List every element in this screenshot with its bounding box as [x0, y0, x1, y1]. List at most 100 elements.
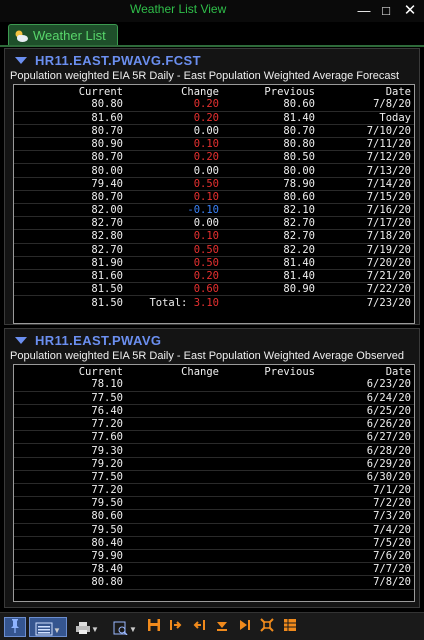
table-row[interactable]: 81.50 0.60 80.90 7/22/20 — [14, 282, 414, 297]
save-icon[interactable] — [145, 617, 163, 637]
skip-end-icon[interactable] — [236, 617, 254, 637]
current-cell: 78.10 — [14, 378, 126, 392]
table-row[interactable]: 82.70 0.50 82.20 7/19/20 — [14, 243, 414, 257]
date-cell: 7/4/20 — [318, 523, 414, 537]
table-row[interactable]: 78.10 6/23/20 — [14, 378, 414, 392]
column-header-previous[interactable]: Previous — [222, 85, 318, 98]
change-cell: 0.20 — [126, 269, 222, 284]
previous-cell — [222, 523, 318, 537]
table-row[interactable]: 77.20 7/1/20 — [14, 483, 414, 498]
table-row[interactable]: 79.20 6/29/20 — [14, 457, 414, 471]
download-icon[interactable] — [213, 617, 231, 637]
table-row[interactable]: 82.00 -0.10 82.10 7/16/20 — [14, 203, 414, 218]
previous-cell — [222, 378, 318, 392]
table-row[interactable]: 81.60 0.20 81.40 Today — [14, 111, 414, 125]
date-cell: 7/6/20 — [318, 549, 414, 564]
table-header-row: Current Change Previous Date — [14, 365, 414, 378]
current-cell: 80.70 — [14, 190, 126, 205]
table-row[interactable]: 80.70 0.20 80.50 7/12/20 — [14, 150, 414, 165]
current-cell: 81.50 — [91, 296, 123, 309]
table-row[interactable]: 81.50 Total: 3.10 7/23/20 — [14, 295, 414, 309]
table-row[interactable]: 79.30 6/28/20 — [14, 443, 414, 458]
previous-cell: 80.80 — [222, 137, 318, 152]
previous-cell: 80.90 — [222, 282, 318, 297]
table-row[interactable]: 80.60 7/3/20 — [14, 509, 414, 524]
table-row[interactable]: 81.90 0.50 81.40 7/20/20 — [14, 256, 414, 270]
table-row[interactable]: 80.70 0.00 80.70 7/10/20 — [14, 124, 414, 139]
table-row[interactable]: 77.20 6/26/20 — [14, 417, 414, 432]
date-cell: 7/14/20 — [318, 177, 414, 191]
previous-cell: 80.60 — [222, 190, 318, 205]
change-cell: -0.10 — [126, 203, 222, 218]
column-header-previous[interactable]: Previous — [222, 365, 318, 378]
table-row[interactable]: 77.60 6/27/20 — [14, 430, 414, 445]
column-header-change[interactable]: Change — [126, 365, 222, 378]
previous-cell: 82.20 — [222, 243, 318, 257]
table-row[interactable]: 77.50 6/24/20 — [14, 391, 414, 405]
sheet-icon[interactable] — [281, 617, 299, 637]
previous-cell — [222, 404, 318, 419]
observed-table: Current Change Previous Date 78.10 6/23/2… — [13, 364, 415, 602]
tab-label: Weather List — [33, 28, 106, 43]
table-row[interactable]: 79.50 7/4/20 — [14, 523, 414, 537]
minimize-icon[interactable]: — — [356, 3, 372, 19]
table-row[interactable]: 77.50 6/30/20 — [14, 470, 414, 485]
change-cell — [126, 417, 222, 432]
change-cell — [126, 575, 222, 590]
date-cell: 7/2/20 — [318, 496, 414, 511]
date-cell: 7/10/20 — [318, 124, 414, 139]
import-icon[interactable] — [190, 617, 208, 637]
table-row[interactable]: 82.80 0.10 82.70 7/18/20 — [14, 229, 414, 244]
window-title: Weather List View — [130, 2, 227, 16]
print-icon[interactable]: ▼ — [70, 617, 104, 637]
tab-weather-list[interactable]: Weather List — [8, 24, 118, 46]
table-row[interactable]: 81.60 0.20 81.40 7/21/20 — [14, 269, 414, 284]
series-symbol: HR11.EAST.PWAVG — [35, 333, 162, 348]
current-cell: 79.20 — [14, 457, 126, 471]
previous-cell: 80.70 — [222, 124, 318, 139]
column-header-current[interactable]: Current — [14, 365, 126, 378]
current-cell: 80.90 — [14, 137, 126, 152]
column-header-date[interactable]: Date — [318, 85, 414, 98]
column-header-date[interactable]: Date — [318, 365, 414, 378]
fit-icon[interactable] — [258, 617, 276, 637]
table-row[interactable]: 79.40 0.50 78.90 7/14/20 — [14, 177, 414, 191]
current-cell: 77.20 — [14, 483, 126, 498]
table-row[interactable]: 76.40 6/25/20 — [14, 404, 414, 419]
table-row[interactable]: 78.40 7/7/20 — [14, 562, 414, 577]
change-cell — [126, 391, 222, 405]
tab-strip: Weather List — [0, 22, 424, 46]
observed-table-body: 78.10 6/23/20 77.50 6/24/20 76.40 6/25/20 77.2… — [14, 378, 414, 590]
chevron-down-icon[interactable] — [15, 337, 27, 344]
total-value: 3.10 — [193, 296, 219, 309]
table-row[interactable]: 80.80 7/8/20 — [14, 575, 414, 590]
export-icon[interactable] — [167, 617, 185, 637]
pin-icon[interactable] — [4, 617, 26, 637]
current-cell: 80.40 — [14, 536, 126, 550]
table-row[interactable]: 80.40 7/5/20 — [14, 536, 414, 550]
date-cell: 6/29/20 — [318, 457, 414, 471]
column-header-current[interactable]: Current — [14, 85, 126, 98]
maximize-icon[interactable]: □ — [378, 3, 394, 19]
table-row[interactable]: 80.70 0.10 80.60 7/15/20 — [14, 190, 414, 205]
table-row[interactable]: 80.90 0.10 80.80 7/11/20 — [14, 137, 414, 152]
date-cell: 6/25/20 — [318, 404, 414, 419]
previous-cell: 82.70 — [222, 229, 318, 244]
table-row[interactable]: 79.90 7/6/20 — [14, 549, 414, 564]
table-row[interactable]: 82.70 0.00 82.70 7/17/20 — [14, 216, 414, 231]
table-row[interactable]: 80.80 0.20 80.60 7/8/20 — [14, 98, 414, 112]
current-cell: 81.60 — [14, 269, 126, 284]
print-preview-icon[interactable]: ▼ — [108, 617, 142, 637]
previous-cell: 78.90 — [222, 177, 318, 191]
table-header-row: Current Change Previous Date — [14, 85, 414, 98]
current-cell: 77.20 — [14, 417, 126, 432]
current-cell: 77.50 — [14, 470, 126, 485]
chevron-down-icon[interactable] — [15, 57, 27, 64]
table-row[interactable]: 79.50 7/2/20 — [14, 496, 414, 511]
series-description: Population weighted EIA 5R Daily - East … — [10, 70, 400, 82]
table-row[interactable]: 80.00 0.00 80.00 7/13/20 — [14, 163, 414, 178]
change-cell — [126, 483, 222, 498]
close-icon[interactable]: ✕ — [402, 3, 418, 19]
list-view-icon[interactable]: ▼ — [29, 617, 67, 637]
column-header-change[interactable]: Change — [126, 85, 222, 98]
